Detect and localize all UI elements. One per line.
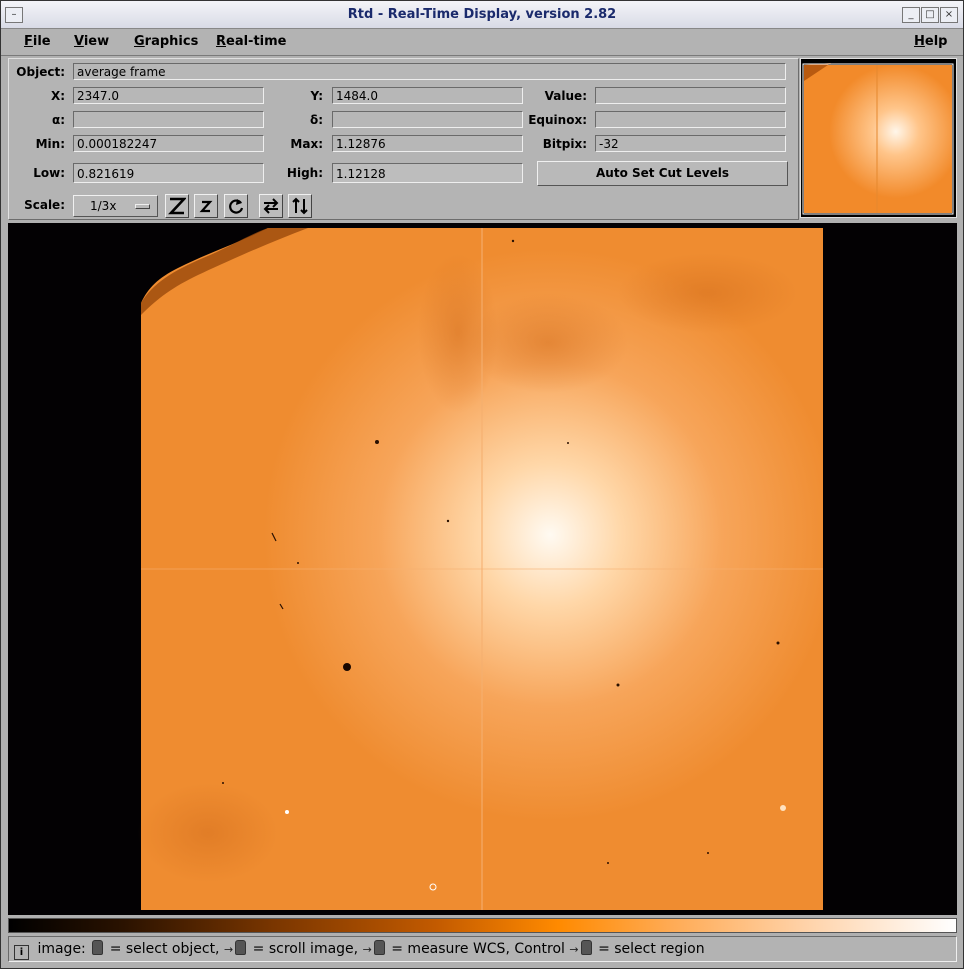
info-icon: i (14, 945, 29, 960)
rotate-icon[interactable] (224, 194, 248, 218)
value-field (595, 87, 786, 104)
equinox-label: Equinox: (528, 113, 587, 127)
mouse-button2-icon (235, 940, 247, 955)
y-field: 1484.0 (332, 87, 523, 104)
alpha-field (73, 111, 264, 128)
menu-bar: File View Graphics Real-time Help (1, 29, 963, 56)
astronomical-image (8, 223, 957, 915)
status-part4: = select region (598, 941, 705, 957)
object-label: Object: (16, 65, 65, 79)
mouse-button3-icon (373, 940, 385, 955)
image-display[interactable] (8, 223, 957, 915)
flip-y-icon[interactable] (288, 194, 312, 218)
rtd-window: – Rtd - Real-Time Display, version 2.82 … (0, 0, 964, 969)
status-part1: = select object, (109, 941, 220, 957)
menu-help[interactable]: Help (914, 34, 947, 49)
status-part3: = measure WCS, Control (391, 941, 565, 957)
status-prefix: image: (37, 941, 86, 957)
maximize-button[interactable]: □ (921, 7, 939, 23)
panner-thumbnail[interactable] (800, 58, 957, 218)
scale-value: 1/3x (90, 199, 117, 213)
title-bar: – Rtd - Real-Time Display, version 2.82 … (1, 1, 963, 29)
auto-set-cut-levels-button[interactable]: Auto Set Cut Levels (537, 161, 788, 186)
menu-file[interactable]: File (24, 34, 51, 49)
high-label: High: (286, 166, 323, 180)
info-panel: Object: average frame X: 2347.0 Y: 1484.… (8, 58, 799, 220)
low-cut-input[interactable]: 0.821619 (73, 163, 264, 183)
bitpix-field: -32 (595, 135, 786, 152)
option-menu-indicator-icon (135, 204, 150, 209)
colorbar[interactable] (8, 918, 957, 933)
drag-arrow-icon: → (569, 943, 579, 956)
drag-arrow-icon: → (362, 943, 372, 956)
low-label: Low: (33, 166, 65, 180)
x-label: X: (50, 89, 65, 103)
status-bar: i image: = select object, → = scroll ima… (8, 936, 957, 962)
zoom-out-icon[interactable] (194, 194, 218, 218)
minimize-button[interactable]: _ (902, 7, 920, 23)
zoom-in-icon[interactable] (165, 194, 189, 218)
flip-x-icon[interactable] (259, 194, 283, 218)
max-label: Max: (290, 137, 323, 151)
window-title: Rtd - Real-Time Display, version 2.82 (347, 7, 617, 22)
menu-real-time[interactable]: Real-time (216, 34, 287, 49)
max-field: 1.12876 (332, 135, 523, 152)
scale-menu-button[interactable]: 1/3x (73, 195, 158, 217)
menu-graphics[interactable]: Graphics (134, 34, 198, 49)
x-field: 2347.0 (73, 87, 264, 104)
alpha-label: α: (51, 113, 65, 127)
menu-view[interactable]: View (74, 34, 109, 49)
high-cut-input[interactable]: 1.12128 (332, 163, 523, 183)
min-label: Min: (35, 137, 65, 151)
status-part2: = scroll image, (252, 941, 359, 957)
value-label: Value: (544, 89, 587, 103)
bitpix-label: Bitpix: (542, 137, 587, 151)
mouse-button1-icon (580, 940, 592, 955)
y-label: Y: (310, 89, 323, 103)
delta-field (332, 111, 523, 128)
panner-image (801, 59, 956, 217)
mouse-button1-icon (92, 940, 104, 955)
equinox-field (595, 111, 786, 128)
min-field: 0.000182247 (73, 135, 264, 152)
scale-label: Scale: (24, 198, 65, 212)
object-field: average frame (73, 63, 786, 80)
delta-label: δ: (309, 113, 323, 127)
close-button[interactable]: × (940, 7, 958, 23)
drag-arrow-icon: → (223, 943, 234, 956)
